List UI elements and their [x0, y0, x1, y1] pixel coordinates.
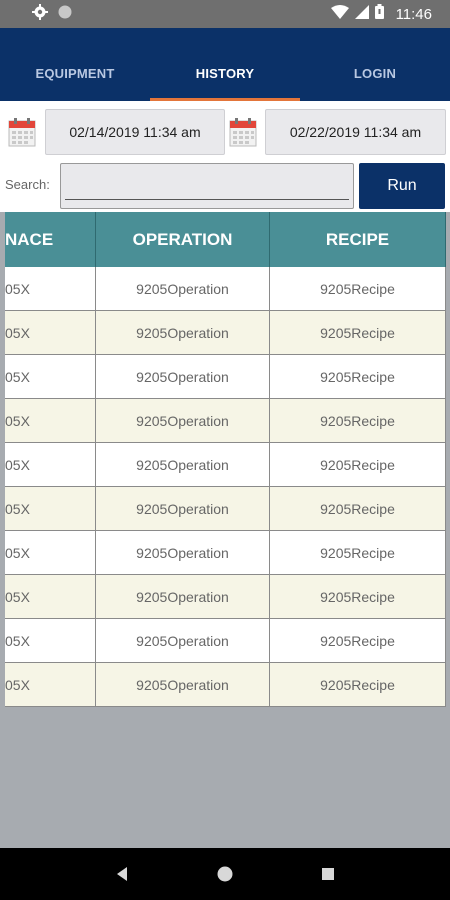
column-header-recipe[interactable]: RECIPE — [270, 212, 446, 267]
cell-operation: 9205Operation — [96, 355, 270, 398]
history-table: NACE OPERATION RECIPE 05X 9205Operation 92… — [5, 212, 446, 707]
tab-equipment[interactable]: EQUIPMENT — [0, 46, 150, 101]
cell-nace: 05X — [5, 443, 96, 486]
cell-nace: 05X — [5, 663, 96, 706]
table-body: 05X 9205Operation 9205Recipe 05X 9205Operati… — [5, 267, 446, 707]
cell-recipe: 9205Recipe — [270, 663, 446, 706]
circle-icon — [58, 5, 72, 24]
date-range-row: 02/14/2019 11:34 am 02/22/2019 11:34 am — [0, 109, 450, 155]
start-date-calendar-icon[interactable] — [8, 117, 36, 147]
cell-operation: 9205Operation — [96, 531, 270, 574]
column-header-operation[interactable]: OPERATION — [96, 212, 270, 267]
cell-recipe: 9205Recipe — [270, 355, 446, 398]
cell-recipe: 9205Recipe — [270, 399, 446, 442]
app-header: EQUIPMENT HISTORY LOGIN — [0, 28, 450, 101]
table-row[interactable]: 05X 9205Operation 9205Recipe — [5, 487, 446, 531]
cell-recipe: 9205Recipe — [270, 531, 446, 574]
table-header: NACE OPERATION RECIPE — [5, 212, 446, 267]
cell-nace: 05X — [5, 575, 96, 618]
cell-operation: 9205Operation — [96, 267, 270, 310]
cell-nace: 05X — [5, 267, 96, 310]
cell-recipe: 9205Recipe — [270, 575, 446, 618]
cell-operation: 9205Operation — [96, 443, 270, 486]
home-icon[interactable] — [213, 862, 237, 886]
cell-nace: 05X — [5, 355, 96, 398]
column-header-nace[interactable]: NACE — [5, 212, 96, 267]
cell-operation: 9205Operation — [96, 663, 270, 706]
table-row[interactable]: 05X 9205Operation 9205Recipe — [5, 399, 446, 443]
battery-icon — [374, 4, 384, 24]
search-label: Search: — [5, 177, 50, 192]
table-row[interactable]: 05X 9205Operation 9205Recipe — [5, 663, 446, 707]
tab-login[interactable]: LOGIN — [300, 46, 450, 101]
gear-icon — [32, 3, 48, 25]
recents-icon[interactable] — [316, 862, 340, 886]
wifi-icon — [330, 4, 349, 24]
cell-operation: 9205Operation — [96, 399, 270, 442]
cell-operation: 9205Operation — [96, 619, 270, 662]
cell-nace: 05X — [5, 399, 96, 442]
tab-history[interactable]: HISTORY — [150, 46, 300, 101]
cell-recipe: 9205Recipe — [270, 267, 446, 310]
filter-area: 02/14/2019 11:34 am 02/22/2019 11:34 am … — [0, 101, 450, 212]
table-row[interactable]: 05X 9205Operation 9205Recipe — [5, 575, 446, 619]
status-bar: 11:46 — [0, 0, 450, 28]
tab-bar: EQUIPMENT HISTORY LOGIN — [0, 46, 450, 101]
cell-nace: 05X — [5, 487, 96, 530]
back-icon[interactable] — [110, 862, 134, 886]
cell-recipe: 9205Recipe — [270, 619, 446, 662]
signal-icon — [354, 4, 369, 24]
table-row[interactable]: 05X 9205Operation 9205Recipe — [5, 531, 446, 575]
cell-operation: 9205Operation — [96, 311, 270, 354]
table-row[interactable]: 05X 9205Operation 9205Recipe — [5, 619, 446, 663]
run-button[interactable]: Run — [359, 163, 445, 209]
cell-recipe: 9205Recipe — [270, 311, 446, 354]
cell-nace: 05X — [5, 531, 96, 574]
table-row[interactable]: 05X 9205Operation 9205Recipe — [5, 311, 446, 355]
search-input[interactable] — [60, 163, 354, 209]
table-row[interactable]: 05X 9205Operation 9205Recipe — [5, 355, 446, 399]
cell-operation: 9205Operation — [96, 487, 270, 530]
cell-nace: 05X — [5, 619, 96, 662]
table-row[interactable]: 05X 9205Operation 9205Recipe — [5, 443, 446, 487]
search-row: Search: Run — [0, 163, 450, 209]
cell-operation: 9205Operation — [96, 575, 270, 618]
table-row[interactable]: 05X 9205Operation 9205Recipe — [5, 267, 446, 311]
status-time: 11:46 — [395, 5, 432, 23]
nav-bar — [0, 848, 450, 900]
cell-recipe: 9205Recipe — [270, 487, 446, 530]
end-date-field[interactable]: 02/22/2019 11:34 am — [265, 109, 446, 155]
start-date-field[interactable]: 02/14/2019 11:34 am — [45, 109, 225, 155]
cell-nace: 05X — [5, 311, 96, 354]
cell-recipe: 9205Recipe — [270, 443, 446, 486]
end-date-calendar-icon[interactable] — [229, 117, 257, 147]
